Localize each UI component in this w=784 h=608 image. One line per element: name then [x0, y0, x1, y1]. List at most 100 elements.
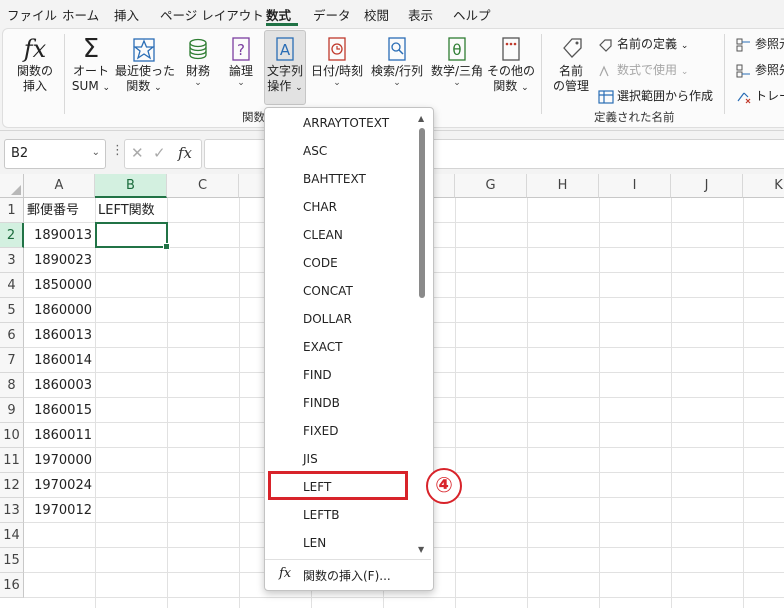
- chevron-down-icon: ⌄: [680, 41, 689, 51]
- financial-button[interactable]: 財務 ⌄: [178, 34, 218, 88]
- cell-a6[interactable]: 1860013: [24, 323, 95, 348]
- row-header-14[interactable]: 14: [0, 523, 24, 548]
- row-header-2[interactable]: 2: [0, 223, 24, 248]
- function-item-leftb[interactable]: LEFTB: [265, 501, 415, 529]
- fill-handle[interactable]: [163, 243, 170, 250]
- insert-function-fx-icon[interactable]: fx: [178, 144, 192, 162]
- function-item-fixed[interactable]: FIXED: [265, 417, 415, 445]
- name-manager-button[interactable]: 名前 の管理: [549, 34, 593, 94]
- trace-precedents-icon: [736, 38, 750, 51]
- insert-function-button[interactable]: fx 関数の 挿入: [14, 34, 56, 94]
- row-header-11[interactable]: 11: [0, 448, 24, 473]
- cell-a9[interactable]: 1860015: [24, 398, 95, 423]
- trace-precedents-button[interactable]: 参照元: [736, 35, 784, 52]
- function-item-clean[interactable]: CLEAN: [265, 221, 415, 249]
- tab-insert[interactable]: 挿入: [114, 5, 139, 24]
- cell-b1[interactable]: LEFT関数: [95, 198, 167, 223]
- cell-a5[interactable]: 1860000: [24, 298, 95, 323]
- function-item-code[interactable]: CODE: [265, 249, 415, 277]
- column-header-j[interactable]: J: [671, 174, 743, 198]
- row-header-7[interactable]: 7: [0, 348, 24, 373]
- tab-data[interactable]: データ: [313, 5, 351, 24]
- function-item-dollar[interactable]: DOLLAR: [265, 305, 415, 333]
- row-header-13[interactable]: 13: [0, 498, 24, 523]
- cell-a10[interactable]: 1860011: [24, 423, 95, 448]
- remove-arrows-button[interactable]: トレー: [736, 87, 784, 104]
- scrollbar-thumb[interactable]: [419, 128, 425, 298]
- lookup-button[interactable]: 検索/行列 ⌄: [368, 34, 426, 88]
- create-from-selection-button[interactable]: 選択範囲から作成: [598, 87, 713, 104]
- column-header-a[interactable]: A: [24, 174, 95, 198]
- ribbon-separator: [64, 34, 65, 114]
- column-header-k[interactable]: K: [743, 174, 784, 198]
- function-item-findb[interactable]: FINDB: [265, 389, 415, 417]
- trace-dependents-button[interactable]: 参照先: [736, 61, 784, 78]
- active-cell-b2[interactable]: [95, 222, 170, 250]
- more-vertical-icon[interactable]: ⋮: [111, 143, 124, 158]
- cell-a2[interactable]: 1890013: [24, 223, 95, 248]
- scroll-up-icon[interactable]: ▲: [418, 114, 424, 123]
- more-functions-button[interactable]: その他の 関数 ⌄: [487, 34, 535, 96]
- function-item-exact[interactable]: EXACT: [265, 333, 415, 361]
- function-item-asc[interactable]: ASC: [265, 137, 415, 165]
- column-header-c[interactable]: C: [167, 174, 239, 198]
- select-all-corner[interactable]: [0, 174, 24, 198]
- cell-a4[interactable]: 1850000: [24, 273, 95, 298]
- row-header-9[interactable]: 9: [0, 398, 24, 423]
- column-header-h[interactable]: H: [527, 174, 599, 198]
- recent-functions-button[interactable]: 最近使った 関数 ⌄: [115, 34, 175, 96]
- chevron-down-icon: ⌄: [194, 78, 202, 88]
- tab-page-layout[interactable]: ページ レイアウト: [160, 5, 264, 24]
- cell-a3[interactable]: 1890023: [24, 248, 95, 273]
- name-box[interactable]: B2 ⌄: [4, 139, 106, 169]
- function-item-len[interactable]: LEN: [265, 529, 415, 557]
- function-item-jis[interactable]: JIS: [265, 445, 415, 473]
- tab-file[interactable]: ファイル: [7, 5, 57, 24]
- column-header-g[interactable]: G: [455, 174, 527, 198]
- select-all-triangle-icon: [11, 185, 21, 195]
- row-header-1[interactable]: 1: [0, 198, 24, 223]
- row-header-16[interactable]: 16: [0, 573, 24, 598]
- ribbon-separator: [541, 34, 542, 114]
- cell-a7[interactable]: 1860014: [24, 348, 95, 373]
- cell-a12[interactable]: 1970024: [24, 473, 95, 498]
- tab-help[interactable]: ヘルプ: [453, 5, 491, 24]
- row-header-8[interactable]: 8: [0, 373, 24, 398]
- chevron-down-icon[interactable]: ⌄: [92, 147, 100, 158]
- cell-a11[interactable]: 1970000: [24, 448, 95, 473]
- dropdown-insert-function[interactable]: fx 関数の挿入(F)...: [265, 559, 431, 590]
- tab-formulas[interactable]: 数式: [266, 5, 291, 24]
- function-item-bahttext[interactable]: BAHTTEXT: [265, 165, 415, 193]
- define-name-button[interactable]: 名前の定義 ⌄: [598, 35, 688, 52]
- more-dots-icon: [502, 37, 520, 61]
- row-header-15[interactable]: 15: [0, 548, 24, 573]
- row-header-4[interactable]: 4: [0, 273, 24, 298]
- cell-a13[interactable]: 1970012: [24, 498, 95, 523]
- autosum-button[interactable]: Σ オート SUM ⌄: [69, 34, 113, 96]
- row-header-12[interactable]: 12: [0, 473, 24, 498]
- tab-view[interactable]: 表示: [408, 5, 433, 24]
- use-in-formula-button: 数式で使用 ⌄: [598, 61, 688, 78]
- math-button[interactable]: θ 数学/三角 ⌄: [428, 34, 486, 88]
- function-item-concat[interactable]: CONCAT: [265, 277, 415, 305]
- function-item-find[interactable]: FIND: [265, 361, 415, 389]
- column-header-i[interactable]: I: [599, 174, 671, 198]
- scroll-down-icon[interactable]: ▼: [418, 545, 424, 554]
- formula-buttons: ✕ ✓ fx: [124, 139, 202, 169]
- tab-home[interactable]: ホーム: [62, 5, 99, 24]
- column-header-b[interactable]: B: [95, 174, 167, 198]
- cancel-icon[interactable]: ✕: [131, 144, 144, 162]
- row-header-6[interactable]: 6: [0, 323, 24, 348]
- tab-review[interactable]: 校閲: [364, 5, 389, 24]
- logical-button[interactable]: ? 論理 ⌄: [222, 34, 260, 88]
- function-item-char[interactable]: CHAR: [265, 193, 415, 221]
- datetime-button[interactable]: 日付/時刻 ⌄: [309, 34, 365, 88]
- row-header-5[interactable]: 5: [0, 298, 24, 323]
- cell-a8[interactable]: 1860003: [24, 373, 95, 398]
- cell-a1[interactable]: 郵便番号: [24, 198, 95, 223]
- row-header-3[interactable]: 3: [0, 248, 24, 273]
- row-header-10[interactable]: 10: [0, 423, 24, 448]
- enter-check-icon[interactable]: ✓: [153, 144, 166, 162]
- function-item-arraytotext[interactable]: ARRAYTOTEXT: [265, 109, 415, 137]
- text-functions-button[interactable]: A 文字列 操作 ⌄: [264, 30, 306, 105]
